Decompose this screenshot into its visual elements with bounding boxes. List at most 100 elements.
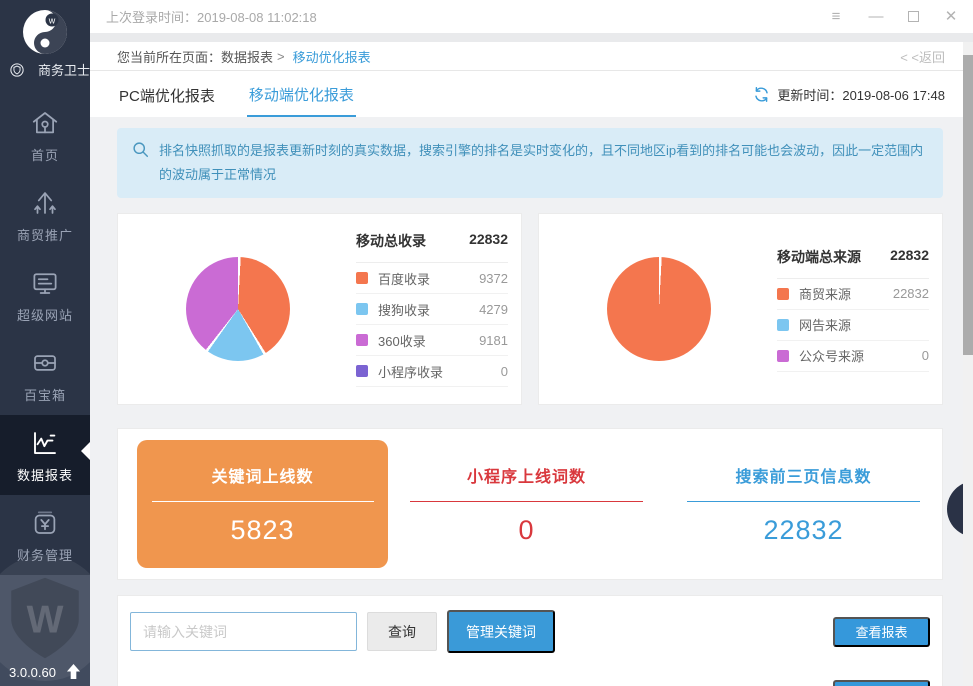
sidebar-item-home[interactable]: 首页 (0, 95, 90, 175)
pie-chart-inclusion (186, 257, 290, 361)
legend-item: 360收录 9181 (356, 325, 508, 356)
tab-pc-report[interactable]: PC端优化报表 (117, 73, 217, 116)
pie-legend: 移动总收录 22832 百度收录 9372 搜狗收录 4279 (356, 231, 508, 387)
home-icon (0, 106, 90, 142)
stat-card-miniprogram-words: 小程序上线词数 0 (388, 463, 665, 546)
tab-mobile-report[interactable]: 移动端优化报表 (247, 72, 356, 117)
app-logo: w 商务卫士 (0, 0, 90, 92)
scrollbar-thumb[interactable] (963, 55, 973, 355)
sidebar: w 商务卫士 首页 (0, 0, 90, 686)
svg-text:w: w (48, 16, 56, 26)
breadcrumb-current: 移动优化报表 (293, 47, 371, 66)
titlebar: 上次登录时间：2019-08-08 11:02:18 ≡ — ✕ (90, 0, 973, 33)
manage-keywords-button[interactable]: 管理关键词 (447, 610, 555, 653)
stat-value: 0 (388, 515, 665, 546)
legend-label: 搜狗收录 (378, 300, 430, 319)
legend-value: 9181 (479, 333, 508, 348)
legend-title-total: 22832 (890, 247, 929, 267)
sidebar-item-promotion[interactable]: 商贸推广 (0, 175, 90, 255)
finance-icon (0, 506, 90, 542)
sidebar-item-reports[interactable]: 数据报表 (0, 415, 90, 495)
legend-item: 小程序收录 0 (356, 356, 508, 387)
legend-item: 商贸来源 22832 (777, 279, 929, 310)
sidebar-item-label: 超级网站 (0, 305, 90, 324)
version-label: 3.0.0.60 (9, 665, 56, 680)
main-content: 您当前所在页面：数据报表 > 移动优化报表 < <返回 PC端优化报表 移动端优… (90, 42, 973, 686)
stat-card-top3-pages: 搜索前三页信息数 22832 (665, 463, 942, 546)
legend-label: 360收录 (378, 331, 426, 350)
legend-swatch (356, 365, 368, 377)
promotion-icon (0, 186, 90, 222)
pie-card-sources: 移动端总来源 22832 商贸来源 22832 网告来源 (538, 213, 943, 405)
yinyang-logo-icon: w (21, 8, 69, 56)
legend-label: 公众号来源 (799, 346, 864, 365)
sidebar-item-toolbox[interactable]: 百宝箱 (0, 335, 90, 415)
legend-swatch (777, 350, 789, 362)
pie-card-inclusion: 移动总收录 22832 百度收录 9372 搜狗收录 4279 (117, 213, 522, 405)
legend-title-label: 移动端总来源 (777, 247, 861, 267)
legend-value: 0 (501, 364, 508, 379)
query-button[interactable]: 查询 (367, 612, 437, 651)
sidebar-item-website[interactable]: 超级网站 (0, 255, 90, 335)
breadcrumb-prefix: 您当前所在页面： (117, 47, 221, 66)
search-icon (132, 141, 149, 158)
brand-name: 商务卫士 (38, 60, 90, 79)
legend-label: 百度收录 (378, 269, 430, 288)
legend-label: 商贸来源 (799, 284, 851, 303)
tab-bar: PC端优化报表 移动端优化报表 更新时间：2019-08-06 17:48 (90, 71, 973, 117)
legend-title-total: 22832 (469, 231, 508, 251)
legend-value: 4279 (479, 302, 508, 317)
legend-label: 网告来源 (799, 315, 851, 334)
stat-card-keywords-online: 关键词上线数 5823 (137, 440, 388, 568)
close-icon[interactable]: ✕ (943, 9, 959, 24)
app-window: w 商务卫士 首页 (0, 0, 973, 686)
toolbox-icon (0, 346, 90, 382)
maximize-icon[interactable] (908, 11, 919, 22)
refresh-icon[interactable] (753, 86, 770, 103)
pie-cards-row: 移动总收录 22832 百度收录 9372 搜狗收录 4279 (117, 213, 943, 405)
minimize-icon[interactable]: — (868, 9, 884, 24)
legend-swatch (356, 303, 368, 315)
legend-item: 搜狗收录 4279 (356, 294, 508, 325)
keyword-input[interactable] (130, 612, 357, 651)
titlebar-divider (90, 33, 973, 42)
side-nav: 首页 商贸推广 超级网站 (0, 95, 90, 575)
back-link[interactable]: < <返回 (900, 47, 945, 66)
breadcrumb-separator: > (277, 49, 285, 64)
website-icon (0, 266, 90, 302)
legend-value: 0 (922, 348, 929, 363)
view-report-button[interactable]: 查看报表 (833, 617, 930, 647)
keyword-search-panel: 查询 管理关键词 查看报表 选择搜索引擎 ✓ Bai (117, 595, 943, 686)
pie-legend: 移动端总来源 22832 商贸来源 22832 网告来源 (777, 247, 929, 372)
legend-value: 9372 (479, 271, 508, 286)
breadcrumb: 您当前所在页面：数据报表 > 移动优化报表 < <返回 (90, 42, 973, 71)
notice-text: 排名快照抓取的是报表更新时刻的真实数据，搜索引擎的排名是实时变化的，且不同地区i… (159, 143, 923, 182)
legend-item: 网告来源 (777, 310, 929, 341)
legend-swatch (356, 334, 368, 346)
scroll-area: 排名快照抓取的是报表更新时刻的真实数据，搜索引擎的排名是实时变化的，且不同地区i… (90, 117, 973, 686)
stat-label: 关键词上线数 (211, 463, 313, 487)
sidebar-item-label: 首页 (0, 145, 90, 164)
stat-label: 搜索前三页信息数 (665, 463, 942, 487)
last-login-text: 上次登录时间：2019-08-08 11:02:18 (90, 7, 317, 26)
legend-item: 百度收录 9372 (356, 263, 508, 294)
legend-label: 小程序收录 (378, 362, 443, 381)
legend-value: 22832 (893, 286, 929, 301)
legend-title-label: 移动总收录 (356, 231, 426, 251)
legend-swatch (777, 288, 789, 300)
scrollbar-track[interactable] (963, 42, 973, 686)
svg-text:W: W (27, 598, 64, 641)
menu-icon[interactable]: ≡ (828, 9, 844, 24)
stat-label: 小程序上线词数 (388, 463, 665, 487)
download-report-button[interactable]: 下载报表 (833, 680, 930, 686)
sidebar-item-label: 百宝箱 (0, 385, 90, 404)
notice-banner: 排名快照抓取的是报表更新时刻的真实数据，搜索引擎的排名是实时变化的，且不同地区i… (117, 128, 943, 198)
legend-swatch (356, 272, 368, 284)
sidebar-item-label: 商贸推广 (0, 225, 90, 244)
shield-watermark-icon: W (0, 555, 90, 681)
stat-value: 5823 (230, 515, 294, 546)
upgrade-arrow-icon[interactable] (66, 664, 81, 680)
breadcrumb-section: 数据报表 (221, 47, 273, 66)
window-controls: ≡ — ✕ (828, 9, 973, 24)
legend-item: 公众号来源 0 (777, 341, 929, 372)
